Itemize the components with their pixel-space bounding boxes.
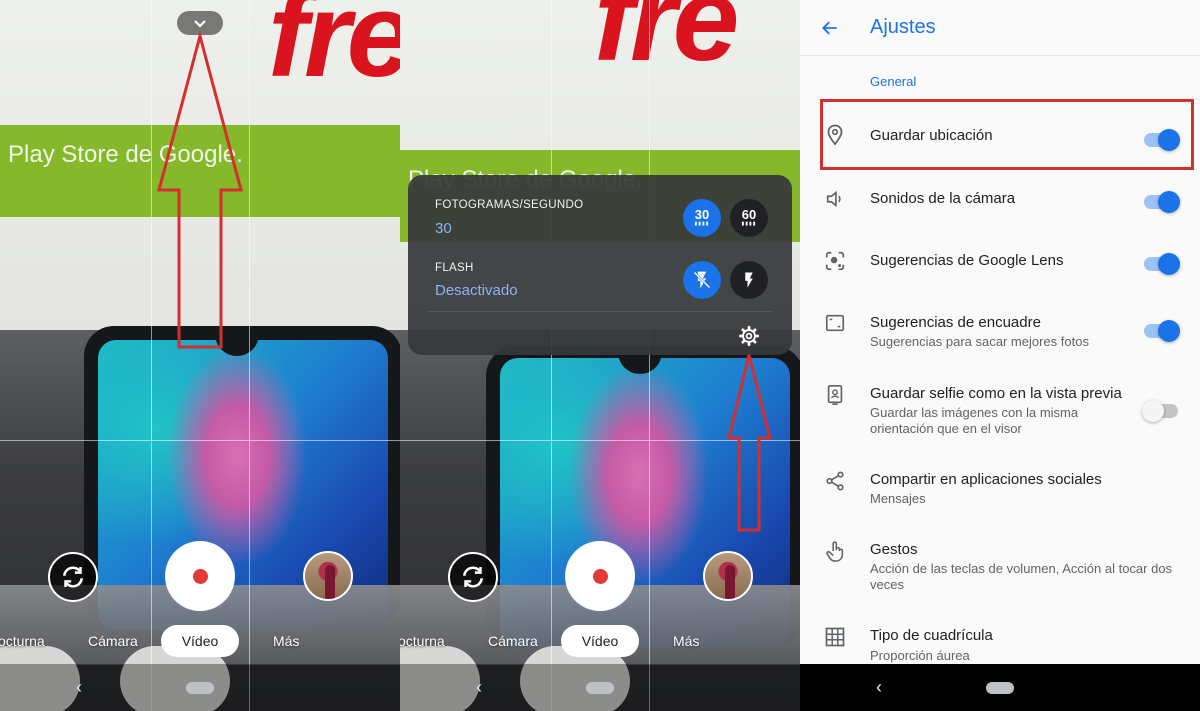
fps-60-button[interactable]: 60 ▮▮▮▮: [730, 199, 768, 237]
setting-title: Guardar selfie como en la vista previa: [870, 385, 1122, 402]
grid-line-h: [400, 440, 800, 441]
annotation-highlight-box: [820, 99, 1194, 170]
thumbnail-figure: [725, 565, 735, 599]
fps-60-text: 60: [741, 207, 757, 222]
fps-30-text: 30: [694, 207, 710, 222]
setting-social-share[interactable]: Compartir en aplicaciones sociales Mensa…: [800, 456, 1200, 526]
setting-grid-type[interactable]: Tipo de cuadrícula Proporción áurea: [800, 616, 1200, 664]
frame-icon: [822, 310, 848, 336]
record-dot: [192, 568, 208, 584]
mode-night[interactable]: octurna: [400, 633, 445, 649]
back-button[interactable]: [816, 14, 844, 42]
setting-camera-sounds[interactable]: Sonidos de la cámara: [800, 170, 1200, 232]
fps-30-icon: 30 ▮▮▮▮: [694, 207, 710, 227]
share-icon: [822, 468, 848, 494]
setting-title: Tipo de cuadrícula: [870, 627, 993, 644]
camera-screen-quick-settings: fre l Play Store de Google. FOTOGRAMAS/S…: [400, 0, 800, 711]
toggle-knob: [1158, 191, 1180, 213]
section-header-general: General: [870, 74, 917, 89]
watermark-logo: fre: [268, 0, 400, 102]
setting-google-lens[interactable]: Sugerencias de Google Lens: [800, 232, 1200, 294]
lens-icon: [822, 248, 848, 274]
settings-gear-button[interactable]: [736, 323, 762, 349]
setting-title: Compartir en aplicaciones sociales: [870, 471, 1102, 488]
nav-back-button[interactable]: ‹: [876, 677, 882, 698]
quick-settings-panel: FOTOGRAMAS/SEGUNDO 30 30 ▮▮▮▮ 60 ▮▮▮▮ FLAS…: [408, 175, 792, 355]
banner-text: l Play Store de Google.: [0, 141, 243, 168]
grid-line-h: [0, 440, 400, 441]
setting-title: Sugerencias de encuadre: [870, 314, 1041, 331]
setting-subtitle: Mensajes: [870, 491, 926, 506]
nav-home-button[interactable]: [986, 682, 1014, 694]
watermark-logo: fre: [594, 0, 739, 86]
camera-flip-icon: [463, 566, 483, 588]
gallery-thumbnail[interactable]: [703, 551, 753, 601]
camera-screen-pull-down: fre l Play Store de Google. octurna Cáma…: [0, 0, 400, 711]
record-dot: [592, 568, 608, 584]
mode-more[interactable]: Más: [273, 633, 299, 649]
quick-settings-divider: [428, 311, 772, 312]
pull-down-handle[interactable]: [177, 11, 223, 35]
toggle-knob: [1158, 253, 1180, 275]
thumbnail-figure: [325, 565, 335, 599]
page-title: Ajustes: [870, 16, 936, 38]
grid-line-v1: [151, 0, 152, 711]
speaker-icon: [822, 186, 848, 212]
settings-screen: Ajustes General Guardar ubicación Sonido…: [800, 0, 1200, 711]
record-button[interactable]: [165, 541, 235, 611]
mode-camera[interactable]: Cámara: [88, 633, 138, 649]
grid-line-v1: [551, 0, 552, 711]
setting-title: Sugerencias de Google Lens: [870, 252, 1064, 269]
flash-off-button[interactable]: [683, 261, 721, 299]
app-bar: Ajustes: [800, 0, 1200, 56]
toggle-knob: [1158, 320, 1180, 342]
setting-title: Sonidos de la cámara: [870, 190, 1016, 207]
grid-icon: [822, 624, 848, 650]
toggle-knob: [1142, 400, 1164, 422]
switch-camera-button[interactable]: [448, 552, 498, 602]
record-button[interactable]: [565, 541, 635, 611]
camera-sounds-toggle[interactable]: [1144, 191, 1180, 213]
fps-60-icon: 60 ▮▮▮▮: [741, 207, 757, 227]
gallery-thumbnail[interactable]: [303, 551, 353, 601]
gesture-icon: [822, 538, 848, 564]
mirror-selfie-toggle[interactable]: [1142, 400, 1178, 422]
gear-icon: [738, 325, 760, 347]
google-lens-toggle[interactable]: [1144, 253, 1180, 275]
green-banner: [0, 125, 400, 217]
nav-home-button[interactable]: [586, 682, 614, 694]
mode-night[interactable]: octurna: [0, 633, 45, 649]
setting-gestures[interactable]: Gestos Acción de las teclas de volumen, …: [800, 526, 1200, 616]
flash-icon: [745, 272, 753, 288]
grid-line-v2: [649, 0, 650, 711]
grid-line-v2: [249, 0, 250, 711]
nav-back-button[interactable]: ‹: [76, 677, 82, 698]
flash-label: FLASH: [435, 262, 474, 274]
nav-home-button[interactable]: [186, 682, 214, 694]
flash-on-button[interactable]: [730, 261, 768, 299]
setting-mirror-selfie[interactable]: Guardar selfie como en la vista previa G…: [800, 366, 1200, 456]
flash-value: Desactivado: [435, 282, 518, 299]
framing-hints-toggle[interactable]: [1144, 320, 1180, 342]
setting-title: Gestos: [870, 541, 918, 558]
setting-subtitle: Guardar las imágenes con la misma orient…: [870, 405, 1079, 436]
arrow-back-icon: [822, 21, 837, 35]
mode-camera[interactable]: Cámara: [488, 633, 538, 649]
fps-label: FOTOGRAMAS/SEGUNDO: [435, 199, 584, 211]
flash-off-icon: [693, 271, 711, 289]
mode-video[interactable]: Vídeo: [161, 625, 239, 657]
selfie-icon: [822, 382, 848, 408]
chevron-down-icon: [194, 20, 206, 28]
camera-flip-icon: [63, 566, 83, 588]
nav-back-button[interactable]: ‹: [476, 677, 482, 698]
setting-framing-hints[interactable]: Sugerencias de encuadre Sugerencias para…: [800, 294, 1200, 366]
setting-subtitle: Proporción áurea: [870, 648, 970, 663]
fps-value: 30: [435, 220, 452, 237]
setting-subtitle: Acción de las teclas de volumen, Acción …: [870, 561, 1173, 592]
switch-camera-button[interactable]: [48, 552, 98, 602]
mode-video[interactable]: Vídeo: [561, 625, 639, 657]
fps-30-button[interactable]: 30 ▮▮▮▮: [683, 199, 721, 237]
mode-more[interactable]: Más: [673, 633, 699, 649]
